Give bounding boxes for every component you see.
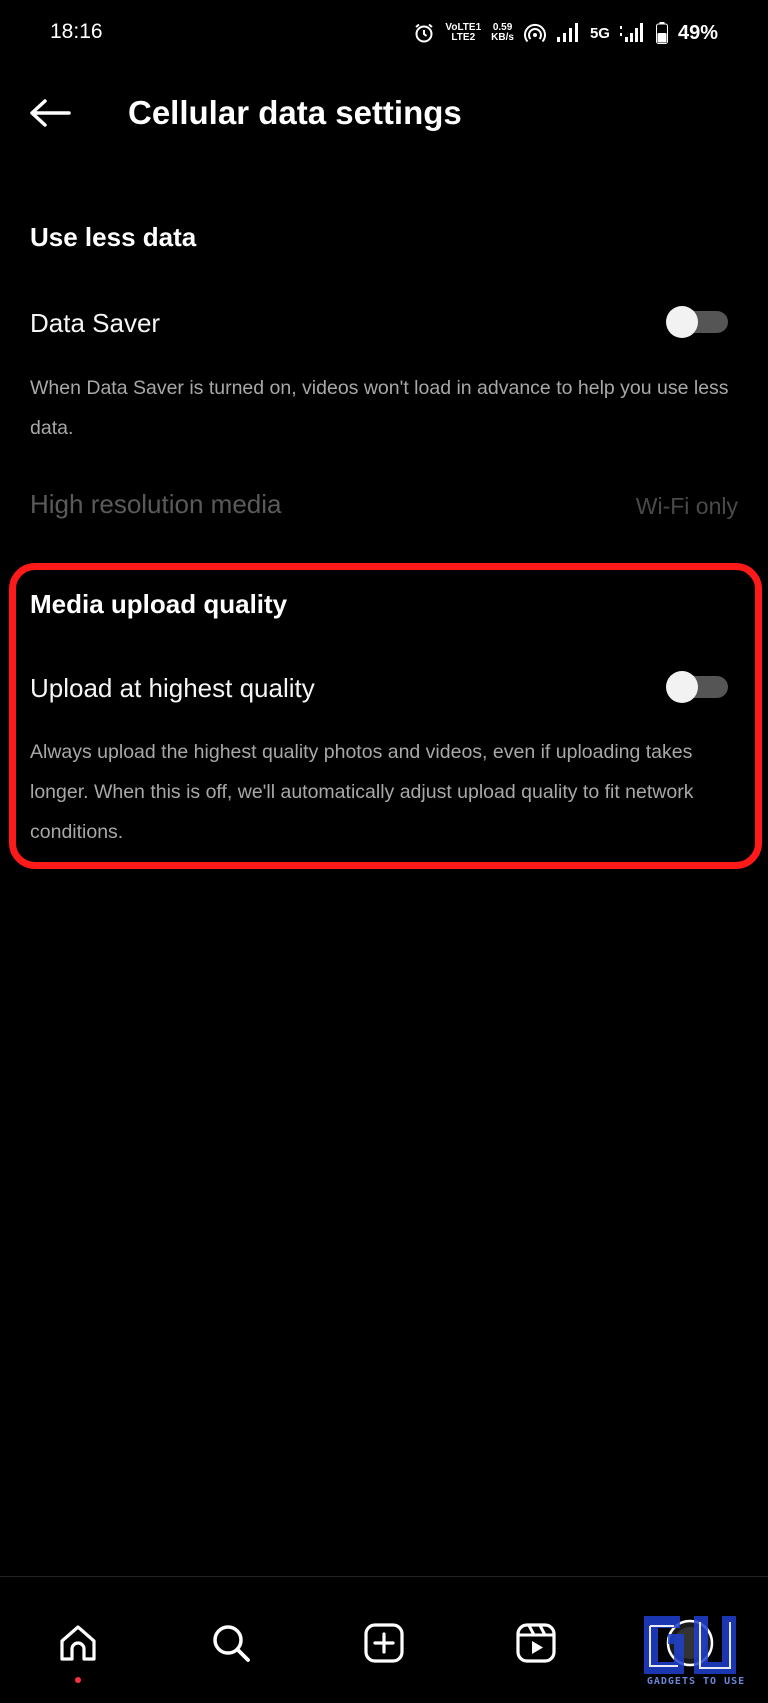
back-arrow-icon [30, 99, 71, 127]
search-icon [213, 1625, 250, 1662]
home-icon [60, 1625, 96, 1661]
watermark-text: GADGETS TO USE [646, 1676, 746, 1687]
app-bar: Cellular data settings [0, 66, 768, 162]
page-title: Cellular data settings [128, 94, 462, 131]
upload-highest-quality-toggle[interactable] [666, 671, 728, 703]
status-bar: 18:16 VoLTE1 LTE2 0.59 KB/s 5G 49% [0, 0, 768, 66]
create-icon [364, 1623, 404, 1663]
signal-icon-2 [619, 23, 643, 42]
section-title-media-upload-quality: Media upload quality [30, 589, 288, 619]
toggle-knob [666, 306, 698, 338]
nav-reels[interactable] [508, 1615, 564, 1671]
battery-icon [655, 22, 668, 44]
reels-icon [516, 1623, 556, 1663]
high-resolution-media-value: Wi-Fi only [635, 493, 738, 519]
back-button[interactable] [22, 88, 78, 138]
data-saver-toggle[interactable] [666, 306, 728, 338]
data-saver-description: When Data Saver is turned on, videos won… [30, 377, 729, 439]
notification-dot [75, 1677, 81, 1683]
network-type: 5G [589, 24, 610, 42]
battery-percent: 49% [677, 21, 718, 44]
signal-icon [556, 23, 578, 42]
upload-highest-quality-label: Upload at highest quality [30, 673, 315, 703]
watermark-logo-icon [644, 1616, 736, 1674]
nav-create[interactable] [356, 1615, 412, 1671]
hotspot-icon [523, 23, 546, 43]
alarm-icon [415, 23, 434, 43]
toggle-knob [666, 671, 698, 703]
section-title-use-less-data: Use less data [30, 222, 197, 252]
volte-indicator: VoLTE1 LTE2 [445, 22, 482, 43]
status-icons: VoLTE1 LTE2 0.59 KB/s 5G 49% [413, 18, 718, 48]
nav-search[interactable] [203, 1615, 259, 1671]
upload-highest-quality-description: Always upload the highest quality photos… [30, 741, 694, 843]
data-saver-label: Data Saver [30, 308, 161, 338]
speed-indicator: 0.59 KB/s [491, 22, 514, 43]
status-time: 18:16 [50, 20, 103, 43]
nav-home[interactable] [50, 1615, 106, 1683]
high-resolution-media-label: High resolution media [30, 489, 282, 519]
